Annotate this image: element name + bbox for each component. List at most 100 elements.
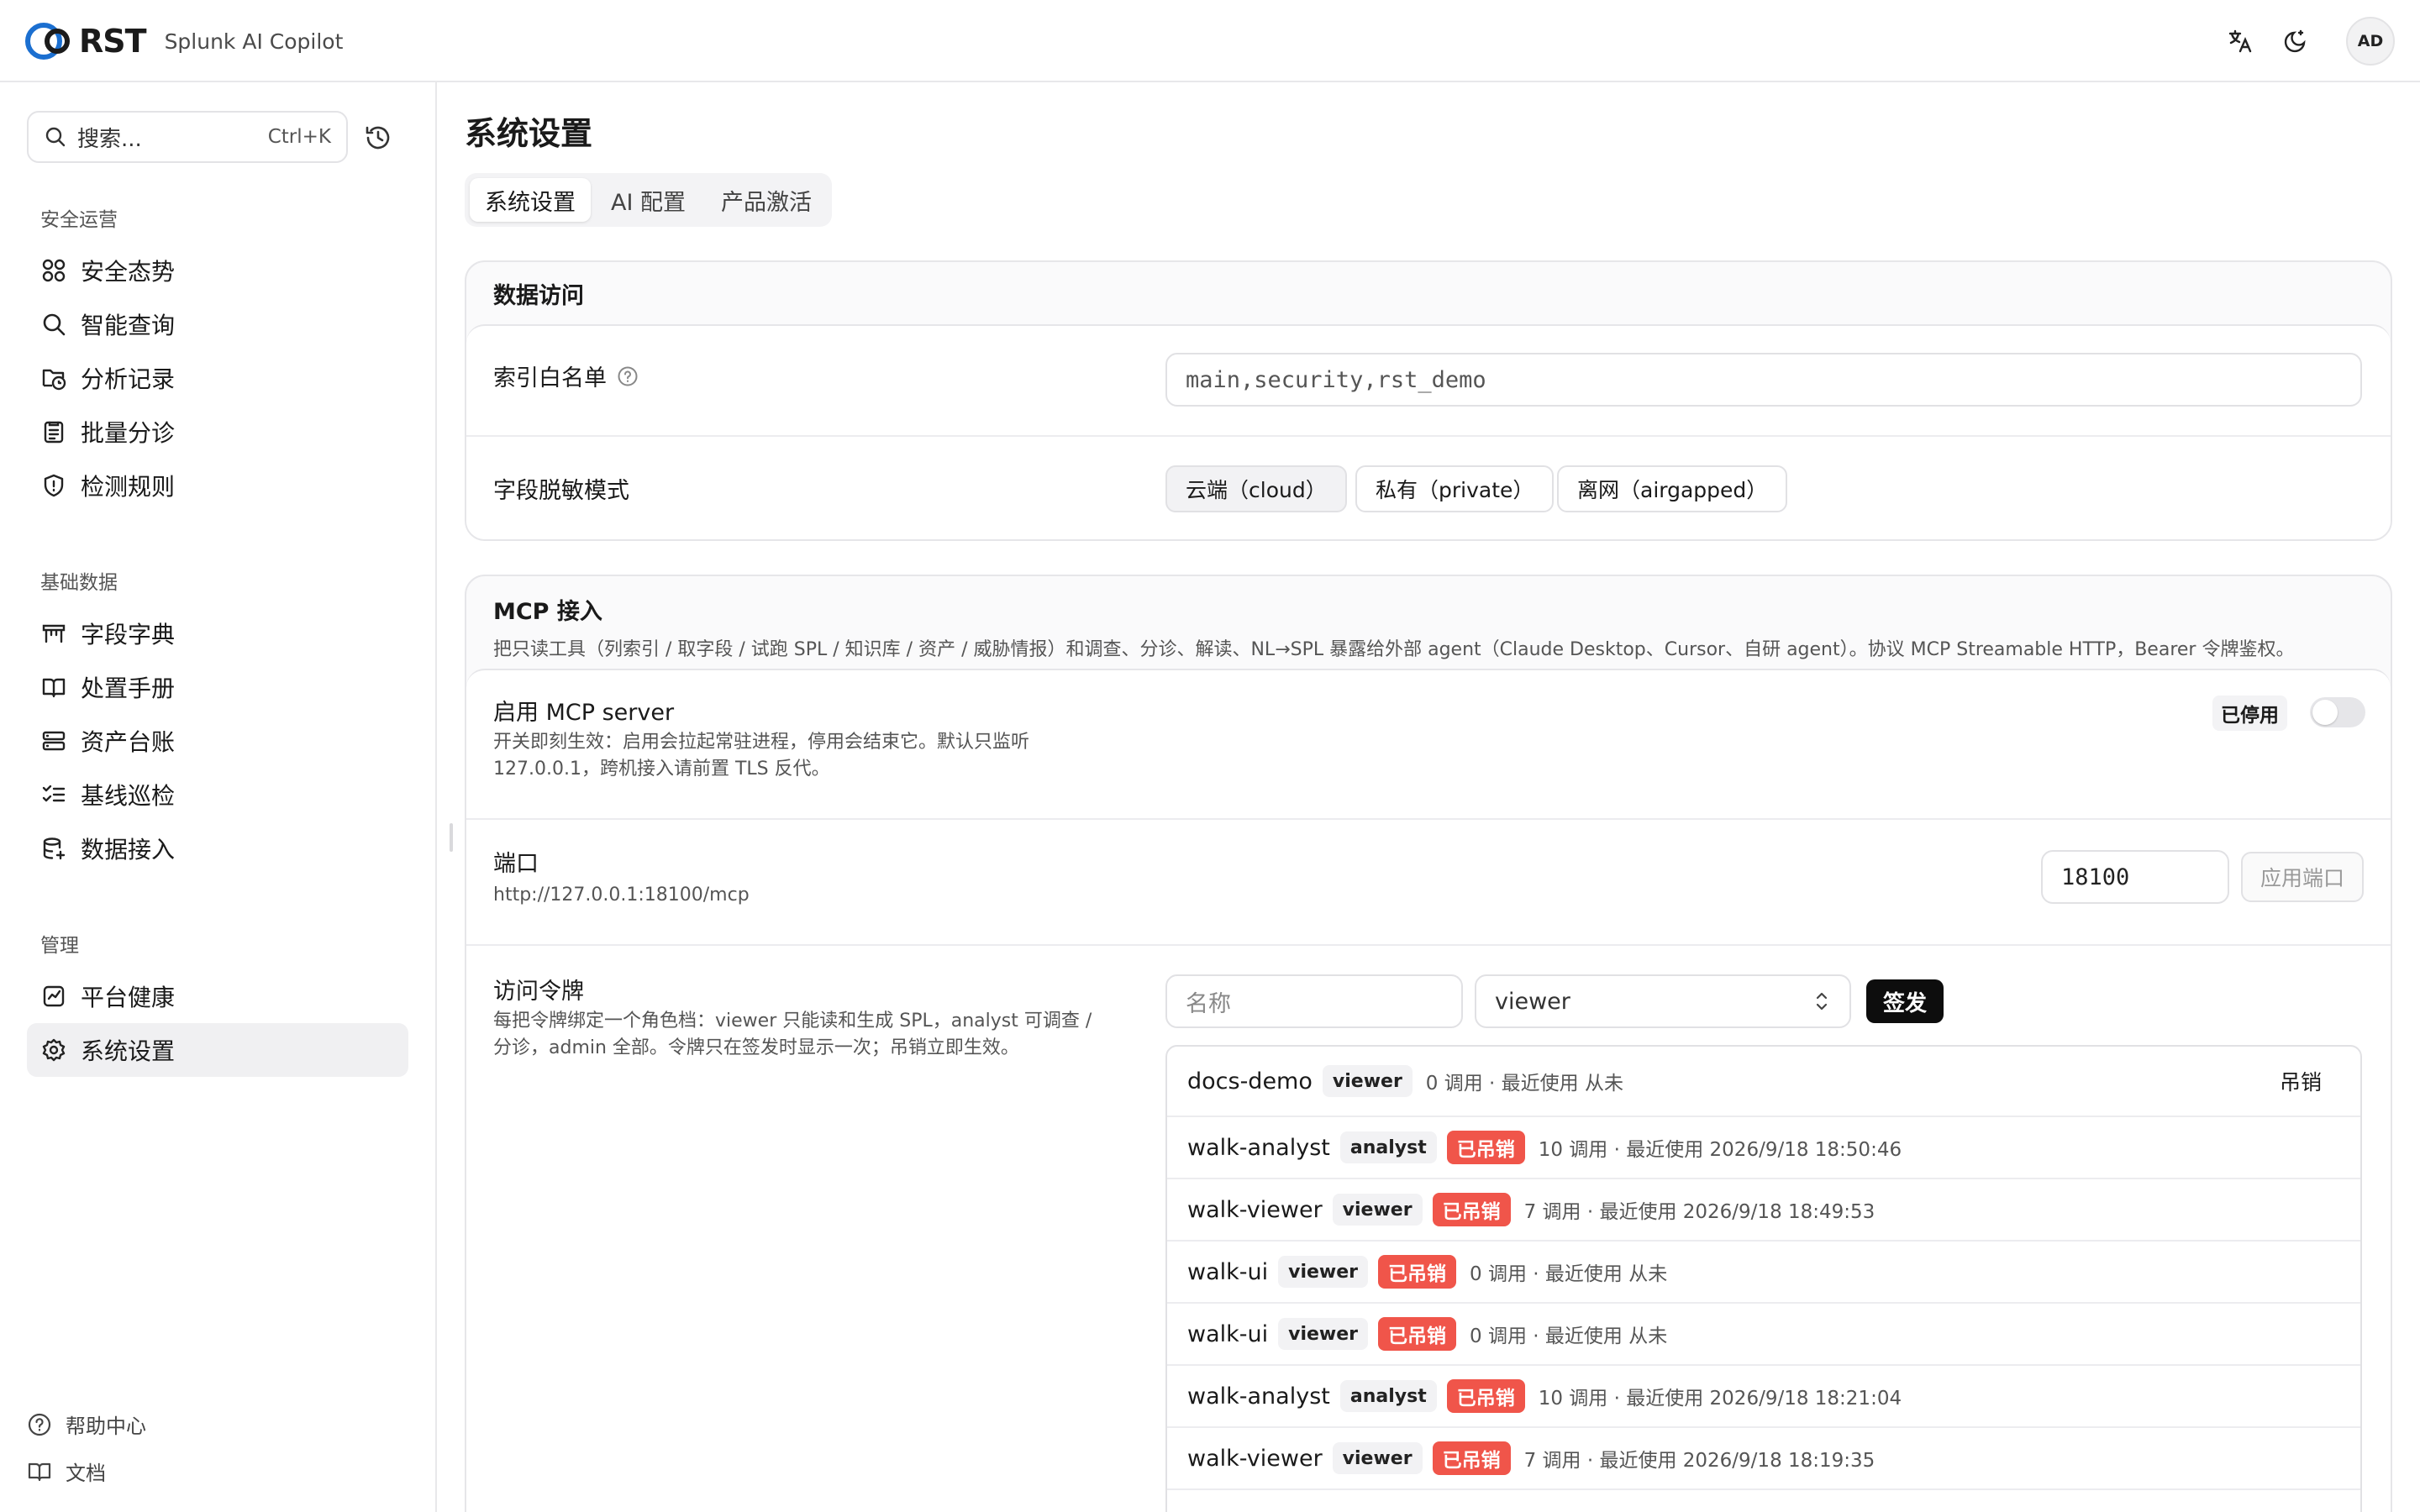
mcp-enable-toggle[interactable] <box>2310 697 2365 727</box>
sidebar-item-label: 分析记录 <box>81 365 176 393</box>
token-meta: 7 调用 · 最近使用 2026/9/18 18:49:53 <box>1523 1201 1876 1223</box>
token-role-select[interactable]: viewer <box>1475 974 1851 1028</box>
help-circle-icon[interactable] <box>617 365 639 387</box>
issue-token-button[interactable]: 签发 <box>1866 979 1944 1023</box>
masking-private-button[interactable]: 私有（private） <box>1355 465 1555 512</box>
language-icon[interactable] <box>2223 24 2257 58</box>
token-row: docs-demo viewer 0 调用 · 最近使用 从未 吊销 <box>1167 1047 2360 1117</box>
sidebar-item-detection-rules[interactable]: 检测规则 <box>27 459 408 512</box>
token-name-input[interactable]: 名称 <box>1165 974 1463 1028</box>
port-url: http://127.0.0.1:18100/mcp <box>493 885 750 906</box>
history-icon[interactable] <box>363 123 393 153</box>
index-whitelist-value: main,security,rst_demo <box>1186 366 1486 393</box>
masking-cloud-button[interactable]: 云端（cloud） <box>1165 465 1347 512</box>
sidebar-item-label: 资产台账 <box>81 728 176 756</box>
sidebar-resize-handle[interactable] <box>450 823 453 852</box>
server-icon <box>39 726 69 756</box>
settings-tabs: 系统设置 AI 配置 产品激活 <box>465 173 833 227</box>
role-badge: viewer <box>1332 1442 1423 1474</box>
sidebar-item-label: 批量分诊 <box>81 419 176 447</box>
port-label: 端口 <box>493 851 539 877</box>
table-icon <box>39 618 69 648</box>
sidebar-item-security-posture[interactable]: 安全态势 <box>27 244 408 297</box>
mcp-port-row: 端口 http://127.0.0.1:18100/mcp 18100 应用端口 <box>466 820 2391 946</box>
sidebar-item-data-ingest[interactable]: 数据接入 <box>27 822 408 875</box>
sidebar-item-label: 检测规则 <box>81 473 176 501</box>
token-meta: 0 调用 · 最近使用 从未 <box>1425 1073 1623 1095</box>
logo[interactable]: RST Splunk AI Copilot <box>24 20 343 62</box>
index-whitelist-row: 索引白名单 main,security,rst_demo <box>466 326 2391 437</box>
mcp-description: 把只读工具（列索引 / 取字段 / 试跑 SPL / 知识库 / 资产 / 威胁… <box>493 639 2295 660</box>
sidebar-item-platform-health[interactable]: 平台健康 <box>27 969 408 1023</box>
logo-text: RST <box>79 23 147 60</box>
docs-label: 文档 <box>66 1462 106 1485</box>
sidebar-item-analysis-records[interactable]: 分析记录 <box>27 351 408 405</box>
revoked-badge: 已吊销 <box>1378 1317 1457 1351</box>
sidebar-footer-help[interactable]: 帮助中心 <box>27 1410 146 1439</box>
top-bar: RST Splunk AI Copilot AD <box>0 0 2420 82</box>
search-placeholder: 搜索... <box>77 126 142 152</box>
token-name: walk-analyst <box>1187 1383 1330 1410</box>
role-badge: analyst <box>1339 1131 1437 1163</box>
token-row: walk-viewer viewer 已吊销 7 调用 · 最近使用 2026/… <box>1167 1428 2360 1490</box>
nav-group-title: 管理 <box>40 935 79 957</box>
product-name: Splunk AI Copilot <box>164 29 344 54</box>
sidebar-item-baseline-inspection[interactable]: 基线巡检 <box>27 768 408 822</box>
mcp-enable-row: 启用 MCP server 开关即刻生效：启用会拉起常驻进程，停用会结束它。默认… <box>466 670 2391 820</box>
token-meta: 0 调用 · 最近使用 从未 <box>1470 1263 1668 1285</box>
masking-airgapped-button[interactable]: 离网（airgapped） <box>1557 465 1788 512</box>
sidebar-item-field-dictionary[interactable]: 字段字典 <box>27 606 408 660</box>
sidebar-item-label: 数据接入 <box>81 836 176 864</box>
mcp-card: MCP 接入 把只读工具（列索引 / 取字段 / 试跑 SPL / 知识库 / … <box>465 575 2392 1512</box>
tab-product-activation[interactable]: 产品激活 <box>706 178 827 222</box>
mcp-title: MCP 接入 <box>493 599 602 625</box>
sidebar-item-asset-ledger[interactable]: 资产台账 <box>27 714 408 768</box>
tab-system-settings[interactable]: 系统设置 <box>470 178 591 222</box>
token-desc-line2: 分诊，admin 全部。令牌只在签发时显示一次；吊销立即生效。 <box>493 1037 1019 1058</box>
sidebar-item-system-settings[interactable]: 系统设置 <box>27 1023 408 1077</box>
page-title: 系统设置 <box>465 115 593 152</box>
search-icon <box>39 309 69 339</box>
sidebar-item-label: 处置手册 <box>81 675 176 702</box>
mcp-token-row: 访问令牌 每把令牌绑定一个角色档：viewer 只能读和生成 SPL，analy… <box>466 946 2391 1512</box>
folder-clock-icon <box>39 363 69 393</box>
data-access-title: 数据访问 <box>493 283 584 309</box>
role-badge: analyst <box>1339 1380 1437 1412</box>
sidebar-item-batch-triage[interactable]: 批量分诊 <box>27 405 408 459</box>
theme-toggle-icon[interactable] <box>2279 24 2312 58</box>
sidebar-footer-docs[interactable]: 文档 <box>27 1457 106 1486</box>
revoked-badge: 已吊销 <box>1432 1441 1511 1475</box>
book-open-icon <box>39 672 69 702</box>
port-input[interactable]: 18100 <box>2041 850 2229 904</box>
revoked-badge: 已吊销 <box>1378 1255 1457 1289</box>
sidebar-item-smart-query[interactable]: 智能查询 <box>27 297 408 351</box>
nav-group-title: 安全运营 <box>40 209 118 231</box>
sidebar-item-playbook[interactable]: 处置手册 <box>27 660 408 714</box>
apply-port-button[interactable]: 应用端口 <box>2241 852 2364 902</box>
tab-ai-config[interactable]: AI 配置 <box>596 178 701 222</box>
toggle-knob <box>2312 700 2338 725</box>
nav-group-title: 基础数据 <box>40 572 118 594</box>
token-row: walk-ui viewer 已吊销 0 调用 · 最近使用 从未 <box>1167 1304 2360 1366</box>
sidebar-item-label: 基线巡检 <box>81 782 176 810</box>
token-name-placeholder: 名称 <box>1186 990 1231 1017</box>
masking-mode-row: 字段脱敏模式 云端（cloud） 私有（private） 离网（airgappe… <box>466 437 2391 539</box>
token-list: docs-demo viewer 0 调用 · 最近使用 从未 吊销 walk-… <box>1165 1045 2362 1512</box>
avatar[interactable]: AD <box>2346 17 2395 66</box>
sidebar-item-label: 平台健康 <box>81 984 176 1011</box>
role-badge: viewer <box>1332 1194 1423 1226</box>
mcp-enable-label: 启用 MCP server <box>493 700 675 726</box>
gear-icon <box>39 1035 69 1065</box>
revoked-badge: 已吊销 <box>1446 1131 1525 1164</box>
revoke-button[interactable]: 吊销 <box>2280 1066 2322 1096</box>
token-name: walk-ui <box>1187 1320 1269 1347</box>
revoked-badge: 已吊销 <box>1446 1379 1525 1413</box>
token-name: docs-demo <box>1187 1068 1313 1095</box>
sidebar-item-label: 安全态势 <box>81 258 176 286</box>
revoked-badge: 已吊销 <box>1432 1193 1511 1226</box>
search-input[interactable]: 搜索... Ctrl+K <box>27 111 348 163</box>
activity-chart-icon <box>39 981 69 1011</box>
token-row: walk-analyst analyst 已吊销 10 调用 · 最近使用 20… <box>1167 1117 2360 1179</box>
index-whitelist-input[interactable]: main,security,rst_demo <box>1165 353 2362 407</box>
checklist-icon <box>39 780 69 810</box>
